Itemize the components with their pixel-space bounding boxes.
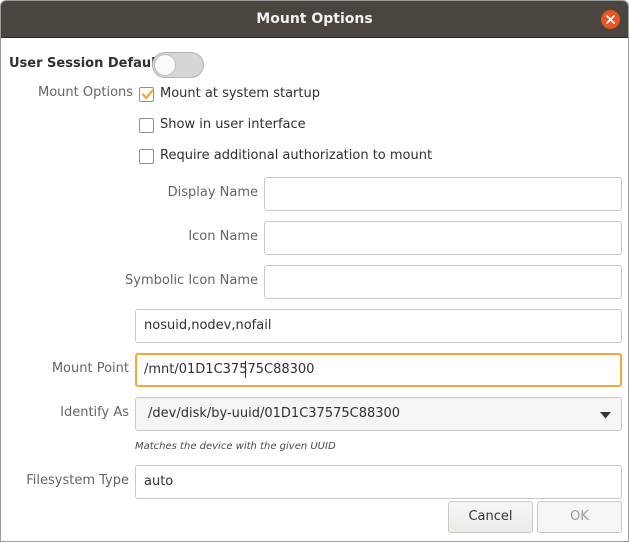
checkbox-label: Show in user interface	[160, 117, 306, 132]
user-session-defaults-label: User Session Defaults	[9, 56, 170, 71]
icon-name-field[interactable]	[264, 221, 622, 255]
switch-knob	[154, 54, 176, 76]
icon-name-label: Icon Name	[188, 229, 258, 244]
mount-options-label: Mount Options	[38, 85, 134, 100]
cancel-button-label: Cancel	[468, 509, 513, 524]
display-name-label: Display Name	[167, 185, 258, 200]
checkbox-box	[139, 118, 154, 133]
checkbox-label: Mount at system startup	[160, 86, 320, 101]
identify-as-label: Identify As	[60, 405, 129, 420]
filesystem-type-field[interactable]: auto	[135, 465, 622, 499]
window-title: Mount Options	[256, 11, 373, 27]
chevron-down-icon	[600, 412, 611, 419]
symbolic-icon-name-label: Symbolic Icon Name	[125, 273, 258, 288]
mount-point-value: /mnt/01D1C37575C88300	[144, 362, 315, 377]
text-caret	[245, 361, 246, 378]
mount-point-label: Mount Point	[51, 361, 129, 376]
mount-options-value: nosuid,nodev,nofail	[144, 318, 272, 333]
ok-button[interactable]: OK	[537, 501, 622, 533]
titlebar: Mount Options	[1, 1, 628, 38]
close-button[interactable]	[601, 10, 620, 29]
symbolic-icon-name-field[interactable]	[264, 265, 622, 299]
identify-as-hint: Matches the device with the given UUID	[135, 441, 336, 452]
checkbox-label: Require additional authorization to moun…	[160, 148, 433, 163]
mount-options-field[interactable]: nosuid,nodev,nofail	[135, 309, 622, 343]
close-icon	[606, 15, 615, 24]
ok-button-label: OK	[570, 509, 589, 524]
checkbox-box	[139, 149, 154, 164]
filesystem-type-value: auto	[144, 474, 174, 489]
display-name-field[interactable]	[264, 177, 622, 211]
mount-options-dialog: Mount Options User Session Defaults Moun…	[0, 0, 629, 542]
identify-as-dropdown[interactable]: /dev/disk/by-uuid/01D1C37575C88300	[135, 397, 622, 431]
mount-point-field[interactable]: /mnt/01D1C37575C88300	[135, 353, 622, 387]
filesystem-type-label: Filesystem Type	[26, 473, 129, 488]
checkmark-icon	[141, 89, 154, 100]
checkbox-box	[139, 87, 154, 102]
identify-as-value: /dev/disk/by-uuid/01D1C37575C88300	[148, 406, 401, 421]
user-session-defaults-switch[interactable]	[152, 52, 204, 78]
cancel-button[interactable]: Cancel	[448, 501, 533, 533]
